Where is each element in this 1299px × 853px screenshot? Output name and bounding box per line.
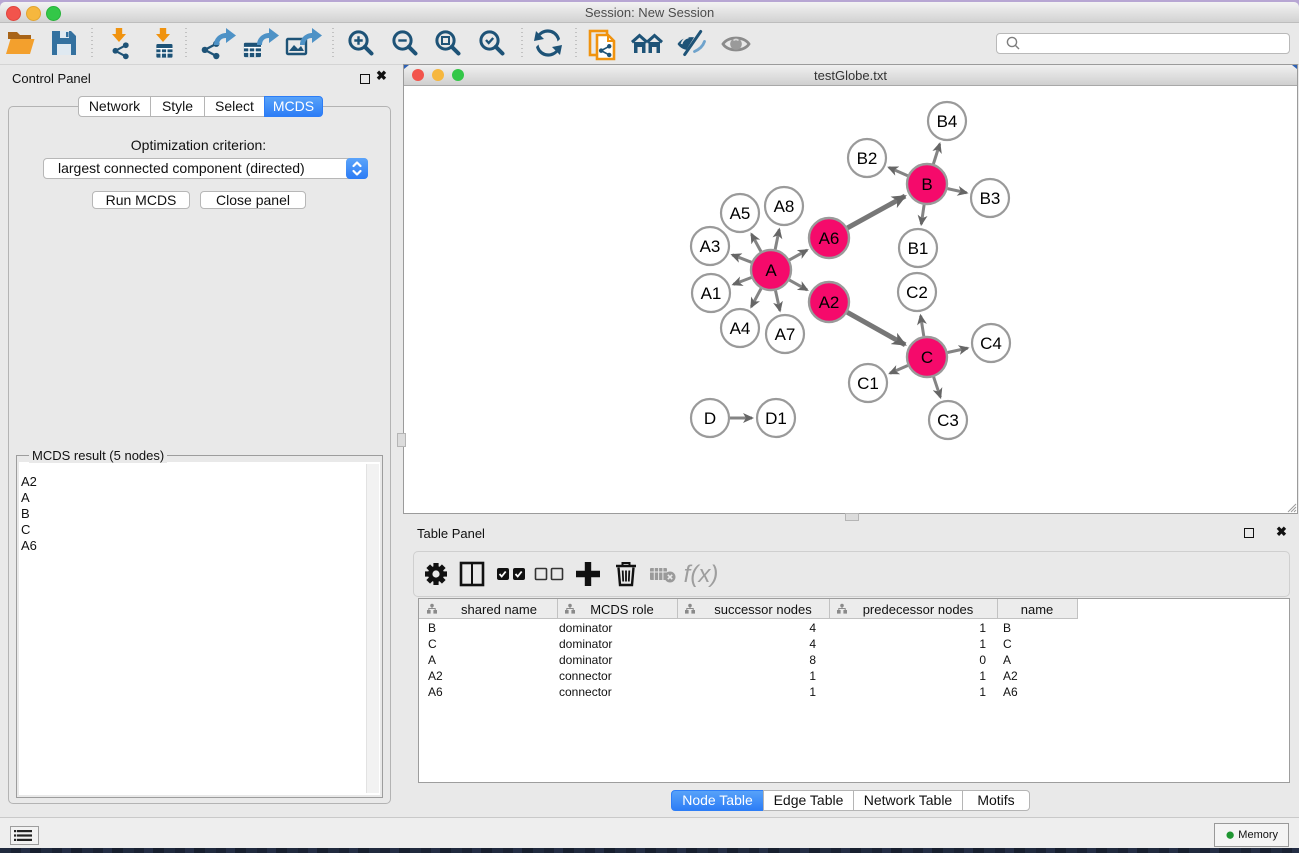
svg-text:shared name: shared name	[461, 602, 537, 617]
svg-text:name: name	[1021, 602, 1054, 617]
svg-text:f(x): f(x)	[684, 561, 719, 588]
svg-text:B3: B3	[980, 189, 1001, 208]
svg-text:C: C	[921, 348, 933, 367]
svg-text:A3: A3	[700, 237, 721, 256]
svg-text:A2: A2	[819, 293, 840, 312]
svg-text:B4: B4	[937, 112, 958, 131]
svg-text:C4: C4	[980, 334, 1002, 353]
svg-text:A: A	[765, 261, 777, 280]
svg-text:A1: A1	[701, 284, 722, 303]
svg-text:C1: C1	[857, 374, 879, 393]
svg-text:D: D	[704, 409, 716, 428]
svg-text:C2: C2	[906, 283, 928, 302]
svg-text:A6: A6	[819, 229, 840, 248]
svg-text:A8: A8	[774, 197, 795, 216]
svg-text:A4: A4	[730, 319, 751, 338]
svg-text:B: B	[921, 175, 932, 194]
svg-text:D1: D1	[765, 409, 787, 428]
svg-text:successor nodes: successor nodes	[714, 602, 812, 617]
svg-text:A5: A5	[730, 204, 751, 223]
svg-text:C3: C3	[937, 411, 959, 430]
svg-text:A7: A7	[775, 325, 796, 344]
svg-text:B2: B2	[857, 149, 878, 168]
svg-text:predecessor nodes: predecessor nodes	[863, 602, 974, 617]
svg-text:MCDS role: MCDS role	[590, 602, 654, 617]
svg-text:B1: B1	[908, 239, 929, 258]
